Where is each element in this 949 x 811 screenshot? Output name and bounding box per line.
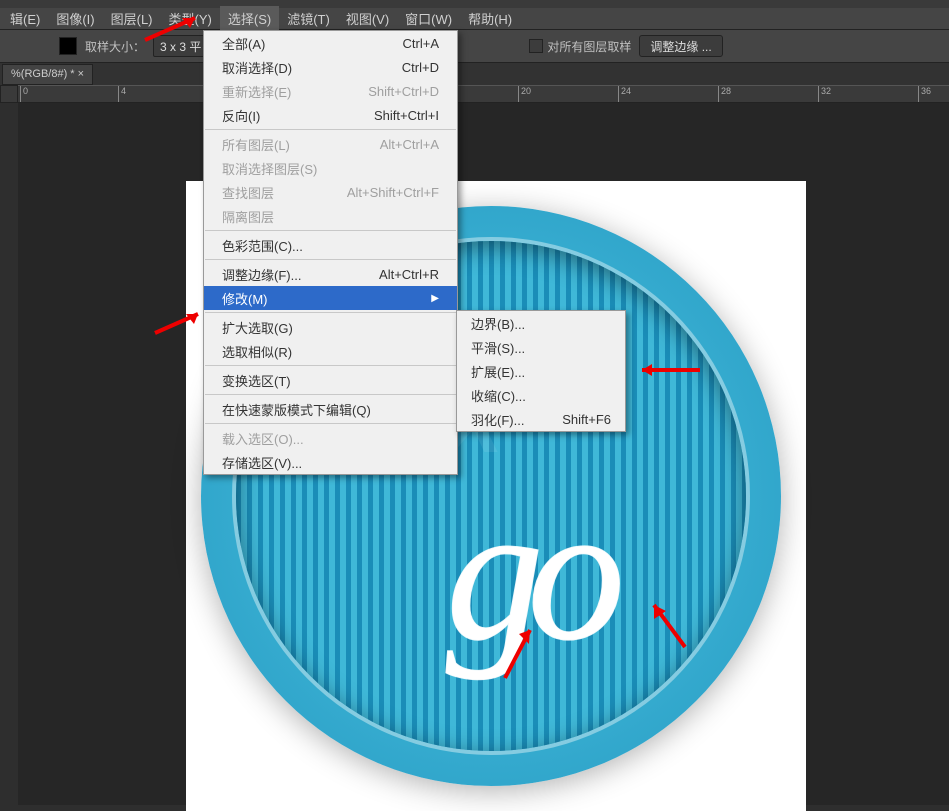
separator [205, 423, 456, 424]
menu-view[interactable]: 视图(V) [338, 6, 397, 31]
menu-item-load-selection: 载入选区(O)... [204, 426, 457, 450]
dd-shortcut: Shift+Ctrl+I [374, 108, 439, 123]
menu-item-transform[interactable]: 变换选区(T) [204, 368, 457, 392]
dd-label: 存储选区(V)... [222, 453, 302, 472]
dd-label: 取消选择图层(S) [222, 159, 317, 178]
menu-item-grow[interactable]: 扩大选取(G) [204, 315, 457, 339]
menu-item-color-range[interactable]: 色彩范围(C)... [204, 233, 457, 257]
dd-shortcut: Shift+F6 [562, 412, 611, 427]
menu-item-inverse[interactable]: 反向(I) Shift+Ctrl+I [204, 103, 457, 127]
dd-label: 反向(I) [222, 106, 260, 125]
dd-label: 变换选区(T) [222, 371, 291, 390]
dd-label: 在快速蒙版模式下编辑(Q) [222, 400, 371, 419]
submenu-item-feather[interactable]: 羽化(F)... Shift+F6 [457, 407, 625, 431]
sample-size-value: 3 x 3 平 [160, 38, 201, 55]
menu-filter[interactable]: 滤镜(T) [279, 6, 338, 31]
menu-item-deselect[interactable]: 取消选择(D) Ctrl+D [204, 55, 457, 79]
menu-help[interactable]: 帮助(H) [460, 6, 520, 31]
menu-item-quick-mask[interactable]: 在快速蒙版模式下编辑(Q) [204, 397, 457, 421]
submenu-item-border[interactable]: 边界(B)... [457, 311, 625, 335]
separator [205, 394, 456, 395]
sample-all-layers-label: 对所有图层取样 [547, 38, 631, 55]
dd-label: 取消选择(D) [222, 58, 292, 77]
sample-size-select[interactable]: 3 x 3 平 [153, 35, 208, 57]
ruler-tick: 32 [818, 86, 831, 102]
dd-shortcut: Alt+Shift+Ctrl+F [347, 185, 439, 200]
submenu-item-smooth[interactable]: 平滑(S)... [457, 335, 625, 359]
dd-label: 收缩(C)... [471, 386, 526, 405]
canvas-area[interactable]: GX go [18, 103, 949, 805]
dd-label: 全部(A) [222, 34, 265, 53]
separator [205, 312, 456, 313]
swatch-icon[interactable] [59, 37, 77, 55]
dd-label: 扩展(E)... [471, 362, 525, 381]
submenu-item-expand[interactable]: 扩展(E)... [457, 359, 625, 383]
menu-type[interactable]: 类型(Y) [161, 6, 220, 31]
menu-edit[interactable]: 辑(E) [2, 6, 48, 31]
ruler-tick: 20 [518, 86, 531, 102]
dd-label: 隔离图层 [222, 207, 274, 226]
dd-label: 边界(B)... [471, 314, 525, 333]
menu-layer[interactable]: 图层(L) [103, 6, 161, 31]
dd-shortcut: Alt+Ctrl+R [379, 267, 439, 282]
tabbar: %(RGB/8#) * × [0, 63, 949, 85]
select-menu-dropdown: 全部(A) Ctrl+A 取消选择(D) Ctrl+D 重新选择(E) Shift+C… [203, 30, 458, 475]
dd-label: 羽化(F)... [471, 410, 524, 429]
dd-label: 调整边缘(F)... [222, 265, 301, 284]
dd-label: 扩大选取(G) [222, 318, 293, 337]
ruler-tick: 36 [918, 86, 931, 102]
dd-label: 所有图层(L) [222, 135, 290, 154]
sample-all-layers-checkbox[interactable]: 对所有图层取样 [529, 38, 631, 55]
ruler-corner [0, 85, 18, 103]
dd-shortcut: Ctrl+D [402, 60, 439, 75]
menu-item-save-selection[interactable]: 存储选区(V)... [204, 450, 457, 474]
menu-item-similar[interactable]: 选取相似(R) [204, 339, 457, 363]
menu-item-reselect: 重新选择(E) Shift+Ctrl+D [204, 79, 457, 103]
dd-shortcut: Shift+Ctrl+D [368, 84, 439, 99]
options-bar: 取样大小： 3 x 3 平 对所有图层取样 调整边缘 ... [0, 30, 949, 63]
dd-shortcut: Ctrl+A [403, 36, 439, 51]
dd-label: 平滑(S)... [471, 338, 525, 357]
submenu-arrow-icon: ▶ [431, 293, 439, 304]
dd-label: 载入选区(O)... [222, 429, 304, 448]
dd-label: 色彩范围(C)... [222, 236, 303, 255]
ruler-tick: 4 [118, 86, 126, 102]
modify-submenu: 边界(B)... 平滑(S)... 扩展(E)... 收缩(C)... 羽化(F… [456, 310, 626, 432]
separator [205, 259, 456, 260]
menu-item-deselect-layers: 取消选择图层(S) [204, 156, 457, 180]
separator [205, 230, 456, 231]
go-text: go [446, 461, 609, 685]
ruler-tick: 24 [618, 86, 631, 102]
refine-edge-button[interactable]: 调整边缘 ... [639, 35, 722, 57]
menu-item-all[interactable]: 全部(A) Ctrl+A [204, 31, 457, 55]
dd-label: 选取相似(R) [222, 342, 292, 361]
dd-shortcut: Alt+Ctrl+A [380, 137, 439, 152]
checkbox-icon [529, 39, 543, 53]
menu-image[interactable]: 图像(I) [48, 6, 102, 31]
horizontal-ruler: 0 4 8 12 16 20 24 28 32 36 [18, 85, 949, 103]
menu-item-all-layers: 所有图层(L) Alt+Ctrl+A [204, 132, 457, 156]
menu-item-refine-edge[interactable]: 调整边缘(F)... Alt+Ctrl+R [204, 262, 457, 286]
menu-select[interactable]: 选择(S) [220, 6, 279, 31]
ruler-tick: 28 [718, 86, 731, 102]
separator [205, 129, 456, 130]
menu-item-modify[interactable]: 修改(M) ▶ [204, 286, 457, 310]
dd-label: 修改(M) [222, 289, 268, 308]
sample-size-label: 取样大小： [85, 38, 145, 55]
tool-icon [4, 37, 24, 55]
document-tab[interactable]: %(RGB/8#) * × [2, 64, 93, 85]
menu-window[interactable]: 窗口(W) [397, 6, 460, 31]
dd-label: 查找图层 [222, 183, 274, 202]
ruler-tick: 0 [20, 86, 28, 102]
menu-item-isolate-layers: 隔离图层 [204, 204, 457, 228]
separator [205, 365, 456, 366]
tab-label: %(RGB/8#) * × [11, 68, 84, 80]
dd-label: 重新选择(E) [222, 82, 291, 101]
menubar: 辑(E) 图像(I) 图层(L) 类型(Y) 选择(S) 滤镜(T) 视图(V)… [0, 8, 949, 30]
submenu-item-contract[interactable]: 收缩(C)... [457, 383, 625, 407]
menu-item-find-layers: 查找图层 Alt+Shift+Ctrl+F [204, 180, 457, 204]
